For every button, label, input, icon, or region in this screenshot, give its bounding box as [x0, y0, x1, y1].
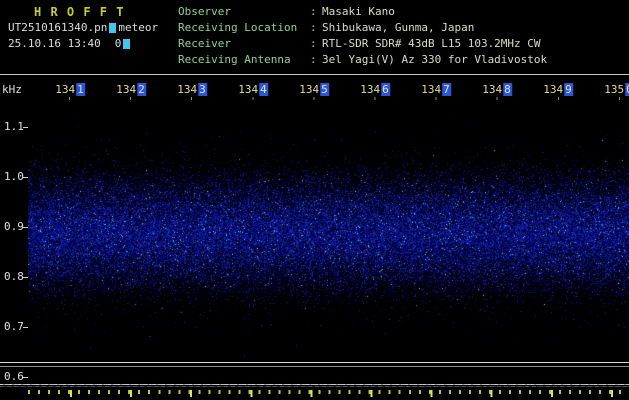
- x-tick-digit: 1: [76, 83, 85, 96]
- level-panel-reference-line: [0, 366, 629, 367]
- x-tick-digit: 7: [442, 83, 451, 96]
- cursor-block: [109, 23, 116, 33]
- x-tick-prefix: 135: [604, 83, 624, 96]
- info-colon: :: [310, 4, 322, 20]
- x-tick-label: 134 7: [421, 83, 451, 96]
- x-tick-digit: 4: [259, 83, 268, 96]
- station-name: meteor: [118, 21, 158, 34]
- file-name: UT2510161340.pn: [8, 21, 107, 34]
- x-tick-label: 134 1: [55, 83, 85, 96]
- x-tick-digit: 9: [564, 83, 573, 96]
- x-tick-label: 134 9: [543, 83, 573, 96]
- info-row: Receiver: RTL-SDR SDR# 43dB L15 103.2MHz …: [178, 36, 547, 52]
- signal-level-trace-shadow: [0, 386, 629, 387]
- header-separator: [0, 74, 629, 75]
- info-colon: :: [310, 20, 322, 36]
- y-tick-label: 0.9: [4, 220, 24, 233]
- event-count: 0: [115, 37, 122, 50]
- y-tick-label: 1.0: [4, 170, 24, 183]
- x-tick-prefix: 134: [360, 83, 380, 96]
- x-tick-label: 1350: [604, 83, 629, 96]
- x-tick-digit: 3: [198, 83, 207, 96]
- app-title: H R O F F T: [34, 5, 124, 19]
- hrofft-screen: H R O F F T UT2510161340.pn meteor 25.10.…: [0, 0, 629, 400]
- y-tick-mark: [23, 377, 28, 378]
- info-row: Observer: Masaki Kano: [178, 4, 547, 20]
- info-colon: :: [310, 52, 322, 68]
- cursor-block: [123, 39, 130, 49]
- info-colon: :: [310, 36, 322, 52]
- station-info: Observer: Masaki Kano Receiving Location:…: [178, 4, 547, 68]
- x-tick-prefix: 134: [116, 83, 136, 96]
- level-panel-top-border: [0, 362, 629, 363]
- signal-level-trace: [0, 384, 629, 385]
- x-tick-prefix: 134: [299, 83, 319, 96]
- x-tick-prefix: 134: [482, 83, 502, 96]
- date-line: 25.10.16 13:40 0: [8, 37, 132, 50]
- x-tick-digit: 8: [503, 83, 512, 96]
- info-value: 3el Yagi(V) Az 330 for Vladivostok: [322, 52, 547, 68]
- info-label: Receiver: [178, 36, 310, 52]
- file-line: UT2510161340.pn meteor: [8, 21, 158, 34]
- x-tick-prefix: 134: [55, 83, 75, 96]
- x-tick-digit: 6: [381, 83, 390, 96]
- info-row: Receiving Location: Shibukawa, Gunma, Jap…: [178, 20, 547, 36]
- info-label: Receiving Antenna: [178, 52, 310, 68]
- x-tick-digit: 5: [320, 83, 329, 96]
- y-tick-label: 1.1: [4, 120, 24, 133]
- x-tick-label: 134 5: [299, 83, 329, 96]
- x-tick-label: 134 3: [177, 83, 207, 96]
- info-value: RTL-SDR SDR# 43dB L15 103.2MHz CW: [322, 36, 541, 52]
- x-tick-digit: 2: [137, 83, 146, 96]
- info-row: Receiving Antenna:3el Yagi(V) Az 330 for…: [178, 52, 547, 68]
- x-tick-prefix: 134: [238, 83, 258, 96]
- info-value: Masaki Kano: [322, 4, 395, 20]
- x-tick-prefix: 134: [543, 83, 563, 96]
- y-axis-unit: kHz: [2, 83, 22, 96]
- minute-ticks: [28, 390, 629, 397]
- x-tick-label: 134 8: [482, 83, 512, 96]
- x-tick-prefix: 134: [421, 83, 441, 96]
- y-tick-label: 0.7: [4, 320, 24, 333]
- x-tick-label: 134 2: [116, 83, 146, 96]
- info-value: Shibukawa, Gunma, Japan: [322, 20, 474, 36]
- info-label: Observer: [178, 4, 310, 20]
- info-label: Receiving Location: [178, 20, 310, 36]
- x-tick-label: 134 4: [238, 83, 268, 96]
- x-tick-label: 134 6: [360, 83, 390, 96]
- y-tick-label: 0.8: [4, 270, 24, 283]
- x-tick-digit: 0: [625, 83, 629, 96]
- spectrogram: [28, 100, 629, 362]
- y-tick-label: 0.6: [4, 370, 24, 383]
- x-tick-prefix: 134: [177, 83, 197, 96]
- datetime-text: 25.10.16 13:40: [8, 37, 101, 50]
